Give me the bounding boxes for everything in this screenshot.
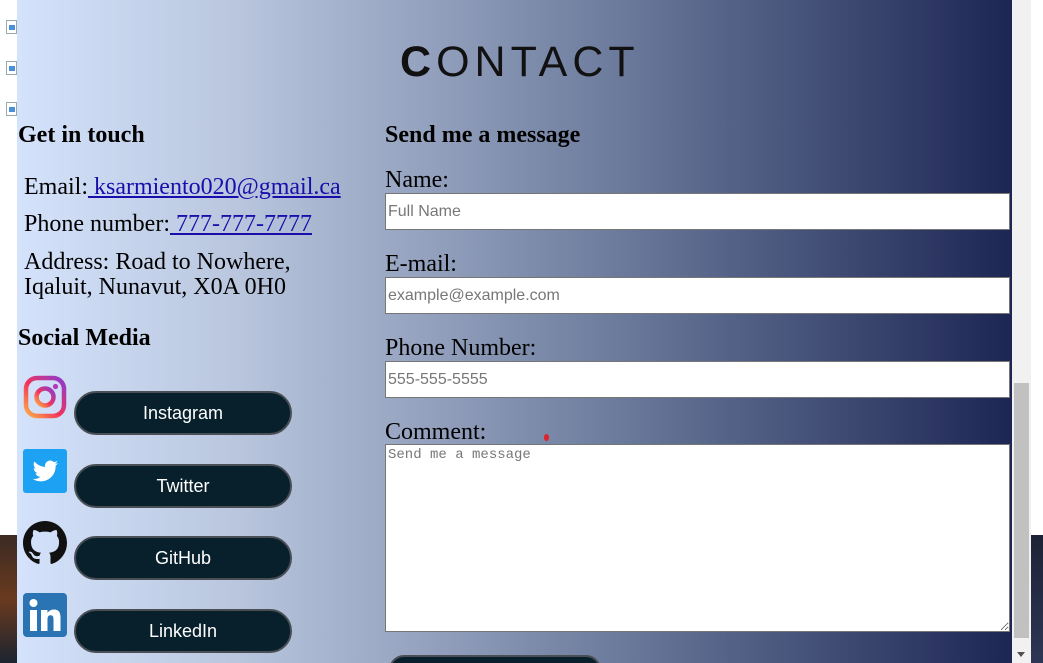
form-heading: Send me a message [385, 122, 581, 148]
cursor-marker [544, 434, 549, 441]
email-input[interactable] [385, 277, 1010, 314]
scrollbar-thumb[interactable] [1014, 383, 1029, 638]
page-title: CONTACT [400, 38, 640, 86]
scroll-down-arrow-icon[interactable] [1017, 652, 1025, 657]
broken-image-icon [6, 102, 17, 116]
submit-button[interactable] [389, 655, 601, 663]
name-label: Name: [385, 167, 449, 193]
comment-textarea[interactable] [385, 444, 1010, 632]
email-label: E-mail: [385, 251, 457, 277]
get-in-touch-heading: Get in touch [18, 122, 145, 148]
background-page-left [0, 0, 17, 663]
phone-label: Phone Number: [385, 335, 537, 361]
contact-panel: CONTACT Get in touch Email: ksarmiento02… [17, 0, 1012, 663]
phone-input[interactable] [385, 361, 1010, 398]
email-link[interactable]: ksarmiento020@gmail.ca [88, 174, 341, 200]
phone-link[interactable]: 777-777-7777 [170, 211, 312, 237]
broken-image-icon [6, 20, 17, 34]
background-photo [1031, 535, 1043, 663]
social-media-heading: Social Media [18, 325, 151, 351]
name-input[interactable] [385, 193, 1010, 230]
address-info: Address: Road to Nowhere, Iqaluit, Nunav… [24, 249, 291, 300]
instagram-button[interactable]: Instagram [74, 391, 292, 435]
email-info: Email: ksarmiento020@gmail.ca [24, 174, 341, 200]
linkedin-icon[interactable] [23, 593, 67, 637]
twitter-icon[interactable] [23, 449, 67, 493]
broken-image-icon [6, 61, 17, 75]
linkedin-button[interactable]: LinkedIn [74, 609, 292, 653]
twitter-button[interactable]: Twitter [74, 464, 292, 508]
phone-info: Phone number: 777-777-7777 [24, 211, 312, 237]
github-icon[interactable] [23, 521, 67, 565]
comment-label: Comment: [385, 419, 487, 445]
github-button[interactable]: GitHub [74, 536, 292, 580]
instagram-icon[interactable] [23, 375, 67, 419]
scrollbar[interactable] [1012, 0, 1031, 663]
background-photo [0, 535, 17, 663]
background-page-right [1031, 0, 1043, 663]
